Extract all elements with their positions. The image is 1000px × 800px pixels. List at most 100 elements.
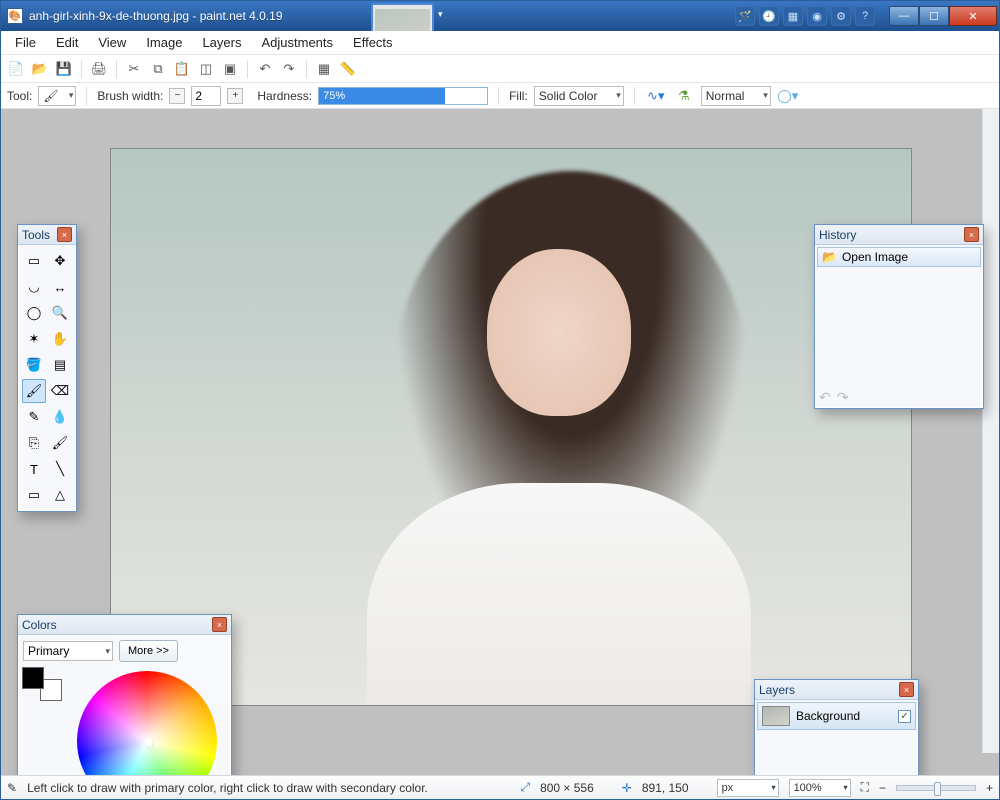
image-size: 800 × 556	[540, 781, 594, 795]
eraser-tool[interactable]: ⌫	[48, 379, 72, 403]
magic-wand-tool[interactable]: ✶	[22, 327, 46, 351]
zoom-fit-icon[interactable]: ⛶	[861, 780, 869, 795]
color-wheel-icon[interactable]: ◉	[807, 6, 827, 26]
deselect-icon[interactable]: ▣	[219, 58, 241, 80]
menu-adjustments[interactable]: Adjustments	[251, 32, 343, 53]
paint-bucket-tool[interactable]: 🪣	[22, 353, 46, 377]
cursor-position: 891, 150	[642, 781, 689, 795]
primary-color-swatch[interactable]	[22, 667, 44, 689]
zoom-in-icon[interactable]: +	[986, 781, 993, 795]
history-redo-icon[interactable]: ↷	[837, 389, 849, 406]
zoom-out-icon[interactable]: −	[879, 781, 886, 795]
crop-icon[interactable]: ◫	[195, 58, 217, 80]
tools-panel-close[interactable]: ×	[57, 227, 72, 242]
layers-panel-close[interactable]: ×	[899, 682, 914, 697]
rectangle-select-tool[interactable]: ▭	[22, 249, 46, 273]
overwrite-icon[interactable]: ◯▾	[777, 85, 799, 107]
cut-icon[interactable]: ✂	[123, 58, 145, 80]
layer-visible-checkbox[interactable]: ✓	[898, 710, 911, 723]
unit-selector[interactable]: px	[717, 779, 779, 797]
colors-panel-close[interactable]: ×	[212, 617, 227, 632]
vertical-scrollbar[interactable]	[982, 109, 999, 753]
gear-icon[interactable]: ⚙	[831, 6, 851, 26]
grid-icon[interactable]: ▦	[313, 58, 335, 80]
history-item[interactable]: 📂 Open Image	[817, 247, 981, 267]
menu-view[interactable]: View	[88, 32, 136, 53]
menu-effects[interactable]: Effects	[343, 32, 403, 53]
paste-icon[interactable]: 📋	[171, 58, 193, 80]
size-icon: ⤢	[520, 780, 530, 795]
history-panel-title: History	[819, 228, 856, 242]
clone-stamp-tool[interactable]: ⎘	[22, 431, 46, 455]
fill-selector[interactable]: Solid Color	[534, 86, 624, 106]
pan-tool[interactable]: ✋	[48, 327, 72, 351]
brush-width-dec[interactable]: −	[169, 88, 185, 104]
paintbrush-tool[interactable]: 🖌	[22, 379, 46, 403]
gradient-tool[interactable]: ▤	[48, 353, 72, 377]
help-icon[interactable]: ?	[855, 6, 875, 26]
workspace: XemAnhDep.com Tools× ▭✥◡↔◯🔍✶✋🪣▤🖌⌫✎💧⎘🖌T╲▭…	[1, 109, 999, 775]
ruler-icon[interactable]: 📏	[337, 58, 359, 80]
color-mode-selector[interactable]: Primary	[23, 641, 113, 661]
window-title: anh-girl-xinh-9x-de-thuong.jpg - paint.n…	[29, 9, 283, 23]
text-tool[interactable]: T	[22, 457, 46, 481]
zoom-slider[interactable]	[896, 785, 976, 791]
clock-icon[interactable]: 🕘	[759, 6, 779, 26]
status-hint: Left click to draw with primary color, r…	[27, 781, 428, 795]
move-selection-tool[interactable]: ↔	[48, 275, 72, 299]
history-undo-icon[interactable]: ↶	[819, 389, 831, 406]
minimize-button[interactable]: —	[889, 6, 919, 26]
freeform-shape-tool[interactable]: △	[48, 483, 72, 507]
open-image-icon: 📂	[822, 250, 837, 264]
blend-alpha-icon[interactable]: ⚗	[673, 85, 695, 107]
brush-width-inc[interactable]: +	[227, 88, 243, 104]
menu-image[interactable]: Image	[136, 32, 192, 53]
undo-icon[interactable]: ↶	[254, 58, 276, 80]
cursor-icon: ✛	[622, 781, 632, 795]
tools-panel-title: Tools	[22, 228, 50, 242]
wand-icon[interactable]: 🪄	[735, 6, 755, 26]
status-bar: ✎ Left click to draw with primary color,…	[1, 775, 999, 799]
rectangle-shape-tool[interactable]: ▭	[22, 483, 46, 507]
history-item-label: Open Image	[842, 250, 908, 264]
lasso-select-tool[interactable]: ◡	[22, 275, 46, 299]
redo-icon[interactable]: ↷	[278, 58, 300, 80]
tool-selector[interactable]: 🖌	[38, 86, 76, 106]
menu-layers[interactable]: Layers	[192, 32, 251, 53]
zoom-selector[interactable]: 100%	[789, 779, 851, 797]
menu-edit[interactable]: Edit	[46, 32, 88, 53]
pencil-tool[interactable]: ✎	[22, 405, 46, 429]
antialias-icon[interactable]: ∿▾	[645, 85, 667, 107]
layer-row[interactable]: Background ✓	[757, 702, 916, 730]
print-icon[interactable]: 🖨	[88, 58, 110, 80]
line-tool[interactable]: ╲	[48, 457, 72, 481]
zoom-tool[interactable]: 🔍	[48, 301, 72, 325]
menu-file[interactable]: File	[5, 32, 46, 53]
hardness-label: Hardness:	[257, 89, 312, 103]
hardness-slider[interactable]: 75%	[318, 87, 488, 105]
colors-more-button[interactable]: More >>	[119, 640, 178, 662]
layers-panel: Layers× Background ✓ ▤ ✖ ⧉ ▦ ↑ ↓ ✎	[754, 679, 919, 775]
color-swatches[interactable]	[22, 667, 62, 701]
color-wheel[interactable]	[77, 671, 217, 775]
maximize-button[interactable]: ☐	[919, 6, 949, 26]
copy-icon[interactable]: ⧉	[147, 58, 169, 80]
history-panel-close[interactable]: ×	[964, 227, 979, 242]
open-icon[interactable]: 📂	[29, 58, 51, 80]
brush-width-input[interactable]	[191, 86, 221, 106]
close-button[interactable]: ✕	[949, 6, 997, 26]
layer-thumbnail	[762, 706, 790, 726]
color-picker-tool[interactable]: 💧	[48, 405, 72, 429]
new-icon[interactable]: 📄	[5, 58, 27, 80]
save-icon[interactable]: 💾	[53, 58, 75, 80]
fill-label: Fill:	[509, 89, 528, 103]
thumb-menu-icon[interactable]: ▾	[438, 9, 450, 23]
ellipse-select-tool[interactable]: ◯	[22, 301, 46, 325]
move-selected-pixels-tool[interactable]: ✥	[48, 249, 72, 273]
blend-mode-selector[interactable]: Normal	[701, 86, 771, 106]
history-panel: History × 📂 Open Image ↶ ↷	[814, 224, 984, 409]
recolor-tool[interactable]: 🖌	[48, 431, 72, 455]
tool-label: Tool:	[7, 89, 32, 103]
brush-width-label: Brush width:	[97, 89, 163, 103]
layers-icon[interactable]: ▦	[783, 6, 803, 26]
